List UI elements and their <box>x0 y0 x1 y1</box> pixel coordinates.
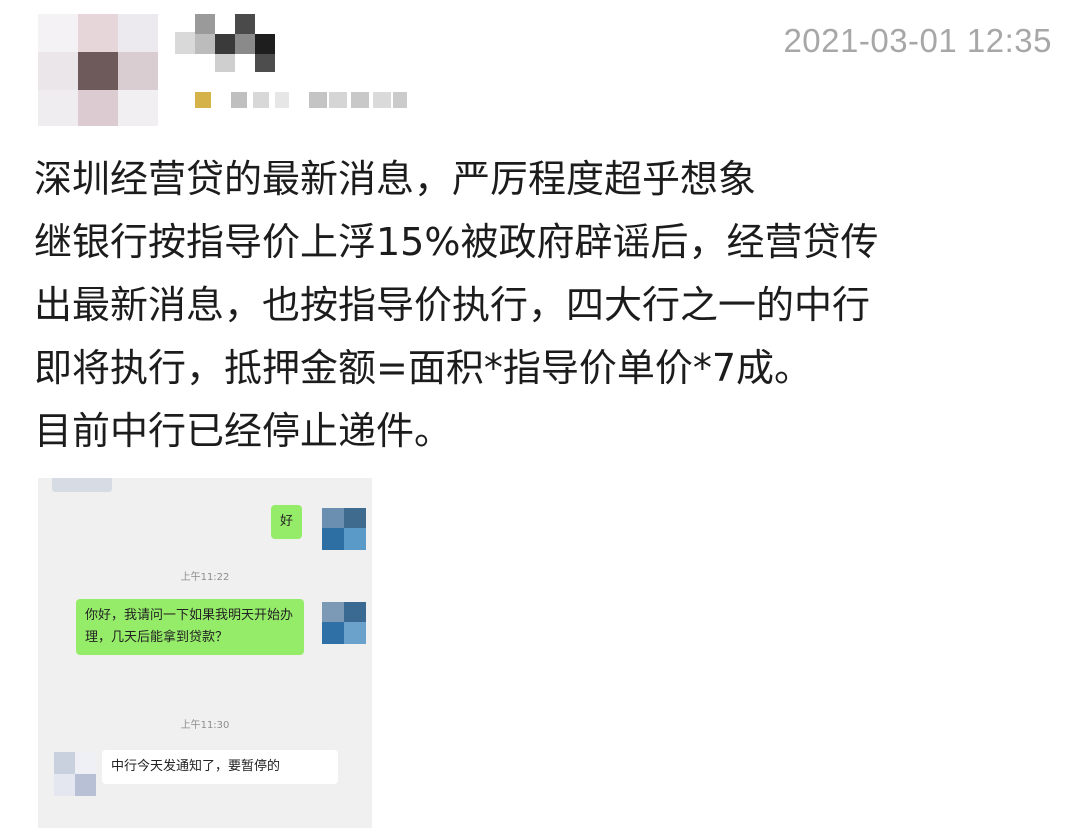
username-pixel <box>175 32 195 54</box>
username-pixel <box>195 14 215 34</box>
chat-top-cropped <box>52 478 112 492</box>
username-pixel <box>215 34 235 54</box>
sent-message-bubble: 你好，我请问一下如果我明天开始办理，几天后能拿到贷款？ <box>76 599 304 655</box>
avatar-pixel <box>344 602 366 622</box>
received-message-bubble: 中行今天发通知了，要暂停的 <box>102 750 338 784</box>
username-pixel <box>255 34 275 54</box>
avatar-pixel <box>78 52 118 90</box>
sender-avatar <box>322 508 366 550</box>
username-pixel <box>235 14 255 34</box>
avatar-pixel <box>118 52 158 90</box>
avatar-pixel <box>118 90 158 126</box>
avatar-pixel <box>78 14 118 52</box>
post-line: 继银行按指导价上浮15%被政府辟谣后，经营贷传 <box>34 220 879 264</box>
avatar-pixel <box>118 14 158 52</box>
avatar-pixel <box>54 774 75 796</box>
post-line: 目前中行已经停止递件。 <box>34 409 453 453</box>
post-body: 深圳经营贷的最新消息，严厉程度超乎想象 继银行按指导价上浮15%被政府辟谣后，经… <box>34 148 1054 463</box>
avatar-pixel <box>38 52 78 90</box>
avatar-pixel <box>322 602 344 622</box>
username-pixel <box>235 34 255 54</box>
avatar-pixel <box>54 752 75 774</box>
avatar-pixel <box>38 14 78 52</box>
user-badges-censored <box>195 92 435 110</box>
post-line: 即将执行，抵押金额=面积*指导价单价*7成。 <box>34 346 813 390</box>
avatar-pixel <box>322 528 344 550</box>
badge-pixel <box>309 92 327 108</box>
badge-pixel <box>231 92 247 108</box>
badge-pixel <box>253 92 269 108</box>
avatar-pixel <box>75 774 96 796</box>
chat-screenshot[interactable]: 好 上午11:22 你好，我请问一下如果我明天开始办理，几天后能拿到贷款？ 上午… <box>38 478 372 828</box>
avatar-pixel <box>322 622 344 644</box>
sender-avatar <box>322 602 366 644</box>
avatar-pixel <box>38 90 78 126</box>
avatar-pixel <box>322 508 344 528</box>
username-censored[interactable] <box>175 12 275 74</box>
username-pixel <box>255 54 275 72</box>
avatar-pixel <box>344 622 366 644</box>
badge-pixel <box>373 92 391 108</box>
avatar-pixel <box>78 90 118 126</box>
post-line: 深圳经营贷的最新消息，严厉程度超乎想象 <box>34 157 757 201</box>
avatar[interactable] <box>38 14 158 126</box>
avatar-pixel <box>344 508 366 528</box>
post-timestamp: 2021-03-01 12:35 <box>783 22 1052 59</box>
receiver-avatar <box>54 752 96 796</box>
username-pixel <box>215 54 235 72</box>
avatar-pixel <box>75 752 96 774</box>
badge-pixel <box>329 92 347 108</box>
avatar-pixel <box>344 528 366 550</box>
badge-pixel <box>393 92 407 108</box>
post-line: 出最新消息，也按指导价执行，四大行之一的中行 <box>34 283 871 327</box>
username-pixel <box>195 34 215 54</box>
badge-pixel <box>351 92 369 108</box>
chat-time-label: 上午11:22 <box>180 572 230 583</box>
badge-pixel <box>275 92 289 108</box>
chat-time-label: 上午11:30 <box>180 720 230 731</box>
sent-message-bubble: 好 <box>271 505 303 539</box>
badge-pixel <box>195 92 211 108</box>
